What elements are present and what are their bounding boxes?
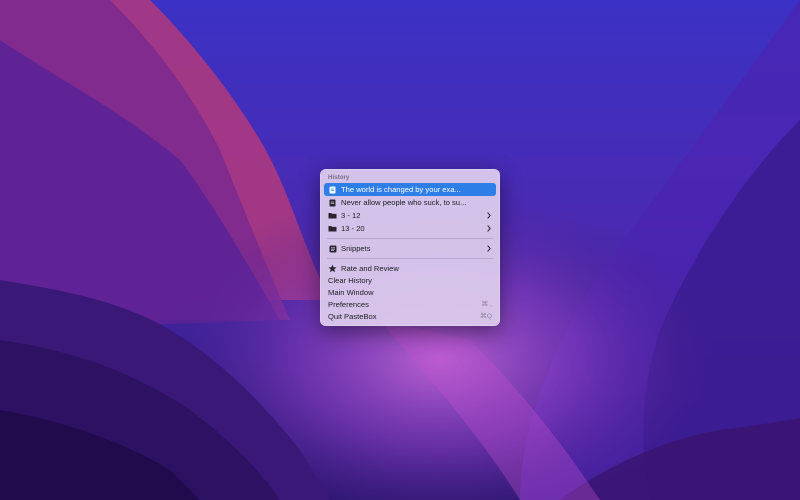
- rate-and-review-label: Rate and Review: [341, 263, 399, 273]
- preferences-label: Preferences: [328, 299, 369, 309]
- folder-item-label: 13 - 20: [341, 224, 365, 233]
- doc-icon: [328, 185, 337, 194]
- clear-history-item[interactable]: Clear History: [324, 274, 496, 286]
- chevron-right-icon: [486, 245, 492, 253]
- folder-icon: [328, 224, 337, 233]
- rate-and-review-item[interactable]: Rate and Review: [324, 262, 496, 274]
- quit-label: Quit PasteBox: [328, 311, 377, 321]
- snippets-label: Snippets: [341, 244, 371, 253]
- history-section-title: History: [328, 174, 350, 181]
- clear-history-label: Clear History: [328, 275, 372, 285]
- folder-icon: [328, 211, 337, 220]
- preferences-shortcut: ⌘ ,: [481, 301, 492, 308]
- history-item-label: Never allow people who suck, to su...: [341, 198, 467, 207]
- history-item-1[interactable]: The world is changed by your exa...: [324, 183, 496, 196]
- main-window-label: Main Window: [328, 287, 374, 297]
- snippets-icon: [328, 244, 337, 253]
- menu-separator: [327, 258, 493, 259]
- folder-item-3-12[interactable]: 3 - 12: [324, 209, 496, 222]
- menu-separator: [327, 238, 493, 239]
- chevron-right-icon: [486, 212, 492, 220]
- snippets-item[interactable]: Snippets: [324, 242, 496, 255]
- pastebox-menu: History The world is changed by your exa…: [320, 169, 500, 326]
- folder-item-label: 3 - 12: [341, 211, 361, 220]
- star-icon: [328, 263, 337, 273]
- main-window-item[interactable]: Main Window: [324, 286, 496, 298]
- folder-item-13-20[interactable]: 13 - 20: [324, 222, 496, 235]
- history-item-label: The world is changed by your exa...: [341, 185, 461, 194]
- quit-item[interactable]: Quit PasteBox ⌘Q: [324, 310, 496, 322]
- preferences-item[interactable]: Preferences ⌘ ,: [324, 298, 496, 310]
- doc-icon: [328, 198, 337, 207]
- history-item-2[interactable]: Never allow people who suck, to su...: [324, 196, 496, 209]
- quit-shortcut: ⌘Q: [479, 313, 492, 320]
- chevron-right-icon: [486, 225, 492, 233]
